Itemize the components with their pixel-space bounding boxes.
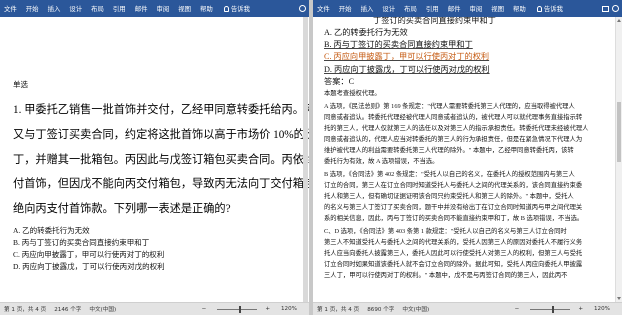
tell-me-label: 告诉我 <box>230 5 250 13</box>
lightbulb-icon <box>536 5 542 12</box>
share-icon[interactable] <box>612 5 619 12</box>
body-line-10: 的名义与第三人丁签订了买卖合同，题干中并没有给出丁在订立合同时知道丙与甲之间代理… <box>324 204 583 211</box>
tab-help[interactable]: 帮助 <box>200 4 213 13</box>
body-line-3: 托的第三人，代理人仅就第三人的选任以及对第三人的指示承担责任。转委托代理未经被代… <box>324 125 589 132</box>
option-d: D. 丙应向丁披露戊，丁可以行使丙对戊的权利 <box>13 262 165 271</box>
status-bar: 第 1 页，共 4 页 2146 个字 中文(中国) − + 120% <box>0 302 309 315</box>
body-line-13: 第三人不知道受托人与委托人之间的代理关系的，受托人因第三人的原因对委托人不履行义… <box>324 239 583 246</box>
option-c: C. 丙应向甲披露丁，甲可以行使丙对丁的权利 <box>13 250 165 259</box>
tab-mailings[interactable]: 邮件 <box>135 4 148 13</box>
body-line-15: 订立合同时如果知道该委托人就不会订立合同的除外。据此可知，受托人丙应向委托人甲披… <box>324 261 583 268</box>
vertical-scrollbar[interactable] <box>303 17 308 302</box>
page-count[interactable]: 第 1 页，共 4 页 <box>4 305 46 313</box>
document-page[interactable]: 单选 1. 甲委托乙销售一批首饰并交付，乙经甲同意转委托给丙。丙 又与丁签订买卖… <box>0 17 309 302</box>
page-count[interactable]: 第 1 页，共 4 页 <box>317 305 359 313</box>
tab-design[interactable]: 设计 <box>69 4 82 13</box>
tab-mailings[interactable]: 邮件 <box>448 4 461 13</box>
tab-layout[interactable]: 布局 <box>404 4 417 13</box>
body-line-12: C、D 选项，《合同法》第 403 条第 1 款规定："受托人以自己的名义与第三… <box>324 228 567 235</box>
zoom-slider-thumb[interactable] <box>239 305 242 313</box>
left-word-window: 文件 开始 插入 设计 布局 引用 邮件 审阅 视图 帮助 告诉我 单选 1. … <box>0 0 309 315</box>
option-b: B. 丙与丁签订的买卖合同直接约束甲和丁 <box>324 40 473 49</box>
tab-home[interactable]: 开始 <box>339 4 352 13</box>
single-choice-label: 单选 <box>13 80 28 89</box>
zoom-level[interactable]: 120% <box>281 306 297 312</box>
ribbon-tabs: 文件 开始 插入 设计 布局 引用 邮件 审阅 视图 帮助 告诉我 <box>313 0 622 17</box>
status-bar: 第 1 页，共 4 页 8690 个字 中文(中国) − + 120% <box>313 302 622 315</box>
scrollbar-thumb[interactable] <box>617 102 621 162</box>
tab-review[interactable]: 审阅 <box>469 4 482 13</box>
vertical-scrollbar[interactable] <box>615 17 622 302</box>
language-indicator[interactable]: 中文(中国) <box>89 305 116 313</box>
zoom-out-icon[interactable]: − <box>202 306 207 312</box>
question-line-5: 绝向丙支付首饰款。下列哪一表述是正确的? <box>13 203 231 215</box>
zoom-in-icon[interactable]: + <box>265 306 270 312</box>
review-title: 本题考查授权代理。 <box>324 90 381 97</box>
body-line-6: 委托行为有效，故 A 选项错误，不当选。 <box>324 158 439 165</box>
option-d: D. 丙应向丁披露戊，丁可以行使丙对戊的权利 <box>324 65 490 74</box>
top-partial-line: 丁签订的买卖合同直接约束甲和丁 <box>373 17 496 25</box>
zoom-control[interactable]: − + 120% <box>515 305 618 313</box>
document-page[interactable]: 丁签订的买卖合同直接约束甲和丁 A. 乙的转委托行为无效 B. 丙与丁签订的买卖… <box>313 17 622 302</box>
tab-references[interactable]: 引用 <box>113 4 126 13</box>
tab-design[interactable]: 设计 <box>382 4 395 13</box>
zoom-in-icon[interactable]: + <box>578 306 583 312</box>
tab-layout[interactable]: 布局 <box>91 4 104 13</box>
question-line-2: 又与丁签订买卖合同，约定将这批首饰以高于市场价 10%的价 <box>13 129 309 141</box>
zoom-level[interactable]: 120% <box>594 306 610 312</box>
lightbulb-icon <box>223 5 229 12</box>
zoom-slider-thumb[interactable] <box>552 305 555 313</box>
zoom-slider[interactable] <box>217 305 258 313</box>
tab-home[interactable]: 开始 <box>26 4 39 13</box>
ribbon-tabs: 文件 开始 插入 设计 布局 引用 邮件 审阅 视图 帮助 告诉我 <box>0 0 309 17</box>
tab-references[interactable]: 引用 <box>426 4 439 13</box>
comment-icon[interactable] <box>602 5 609 12</box>
tab-view[interactable]: 视图 <box>491 4 504 13</box>
tab-insert[interactable]: 插入 <box>48 4 61 13</box>
zoom-slider[interactable] <box>530 305 571 313</box>
option-c: C. 丙应向甲披露丁，甲可以行使丙对丁的权利 <box>324 52 490 61</box>
zoom-out-icon[interactable]: − <box>515 306 520 312</box>
zoom-control[interactable]: − + 120% <box>202 305 305 313</box>
tell-me-search[interactable]: 告诉我 <box>536 4 563 13</box>
tab-file[interactable]: 文件 <box>4 4 17 13</box>
word-count[interactable]: 2146 个字 <box>54 305 81 313</box>
question-line-4: 付首饰，但因戊不能向丙交付箱包，导致丙无法向丁交付箱包 <box>13 178 309 190</box>
tab-view[interactable]: 视图 <box>178 4 191 13</box>
scroll-down-arrow-icon[interactable] <box>617 297 621 300</box>
question-line-1: 1. 甲委托乙销售一批首饰并交付，乙经甲同意转委托给丙。丙 <box>13 104 309 116</box>
body-line-8: 订立的合同，第三人在订立合同时知道受托人与委托人之间的代理关系的，该合同直接约束… <box>324 182 583 189</box>
language-indicator[interactable]: 中文(中国) <box>402 305 429 313</box>
right-word-window: 文件 开始 插入 设计 布局 引用 邮件 审阅 视图 帮助 告诉我 丁签订的买卖… <box>313 0 622 315</box>
share-icon[interactable] <box>299 5 306 12</box>
tell-me-search[interactable]: 告诉我 <box>223 4 250 13</box>
body-line-16: 三人丁，甲可以行使丙对丁的权利。" 本题中，戊不是与丙签订合同的第三人，因此丙不 <box>324 272 568 279</box>
answer: 答案：C <box>324 77 355 86</box>
body-line-7: B 选项，《合同法》第 402 条规定："受托人以自己的名义，在委托人的授权范围… <box>324 171 575 178</box>
body-line-9: 托人和第三人，但有确切证据证明该合同只约束受托人和第三人的除外。" 本题中，受托… <box>324 193 574 200</box>
body-line-1: A 选项，《民法总则》第 169 条规定："代理人需要转委托第三人代理的，应当取… <box>324 103 575 110</box>
body-line-4: 同意或者追认的，代理人应当对转委托的第三人的行为承担责任，但是在紧急情况下代理人… <box>324 136 583 143</box>
body-line-14: 托人应当向委托人披露第三人，委托人因此可以行使受托人对第三人的权利，但第三人与受… <box>324 250 583 257</box>
word-count[interactable]: 8690 个字 <box>367 305 394 313</box>
body-line-11: 系的相关信息，因此，丙与丁签订的买卖合同不能直接约束甲和丁，故 B 选项错误，不… <box>324 215 584 222</box>
tab-help[interactable]: 帮助 <box>513 4 526 13</box>
tab-file[interactable]: 文件 <box>317 4 330 13</box>
tell-me-label: 告诉我 <box>543 5 563 13</box>
scroll-up-arrow-icon[interactable] <box>617 19 621 22</box>
body-line-5: 维护被代理人的利益需要转委托第三人代理的除外。" 本题中，乙经甲同意转委托丙，该… <box>324 147 574 154</box>
question-line-3: 丁，并赠其一批箱包。丙因此与戊签订箱包买卖合同。丙依约 <box>13 154 309 166</box>
body-line-2: 同意或者追认。转委托代理经被代理人同意或者追认的，被代理人可以就代理事务直接指示… <box>324 114 583 121</box>
option-a: A. 乙的转委托行为无效 <box>324 28 408 37</box>
option-a: A. 乙的转委托行为无效 <box>13 226 90 235</box>
option-b: B. 丙与丁签订的买卖合同直接约束甲和丁 <box>13 238 150 247</box>
tab-review[interactable]: 审阅 <box>156 4 169 13</box>
tab-insert[interactable]: 插入 <box>361 4 374 13</box>
